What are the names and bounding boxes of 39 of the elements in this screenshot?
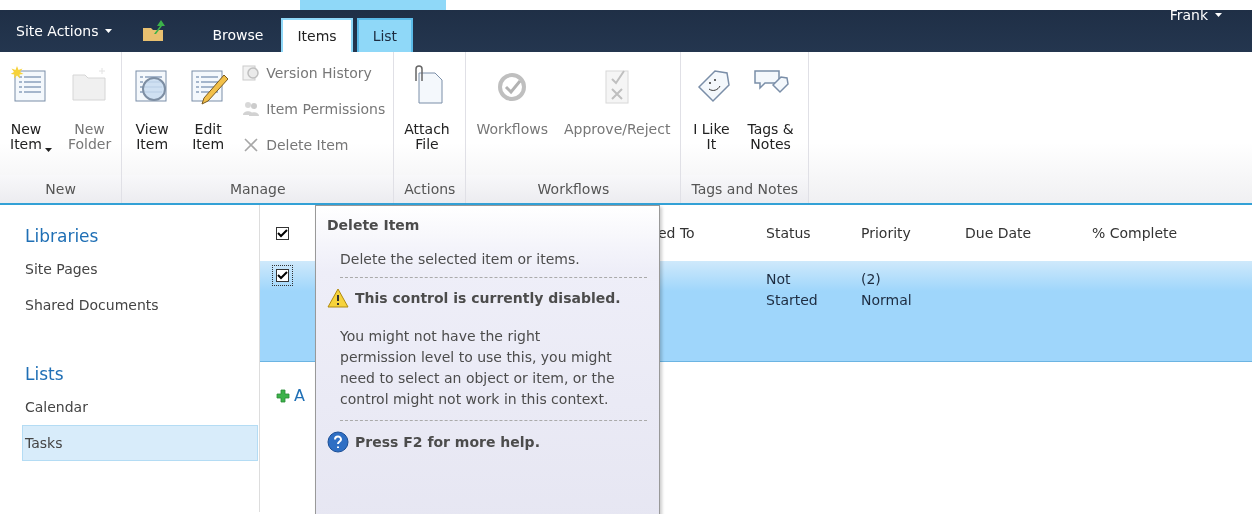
warning-icon [327,288,349,308]
nav-heading[interactable]: Libraries [22,219,258,251]
plus-icon [276,388,290,403]
site-actions-menu[interactable]: Site Actions [0,10,123,52]
nav-link[interactable]: Site Pages [22,251,258,287]
tooltip-explanation: You might not have the right permission level to use this, you might need to select an object or item, or the control might not work in this context. [339,327,616,409]
people-icon [242,100,261,118]
nav-link[interactable]: Calendar [22,389,258,425]
column-header[interactable]: % Complete [1092,225,1178,241]
ribbon-tab[interactable]: List [356,18,414,52]
caret-icon [44,148,52,152]
column-header[interactable]: Due Date [965,225,1032,241]
close-icon [242,136,261,154]
table-cell-text: Not Started [766,270,818,310]
nav-link[interactable]: Tasks [22,425,258,461]
warning-text: This control is currently disabled. [355,290,621,306]
ribbon-button[interactable]: New Item [4,60,58,175]
help-text: Press F2 for more help. [355,434,540,450]
checkbox[interactable] [276,226,289,240]
column-header[interactable]: Priority [861,225,911,241]
ribbon-button[interactable]: Edit Item [182,60,235,175]
nav-heading[interactable]: Lists [22,357,258,389]
help-icon [327,431,349,453]
ribbon-button[interactable]: I Like It [685,60,738,175]
ribbon-button[interactable]: View Item [126,60,179,175]
user-menu[interactable]: Frank [1163,6,1228,24]
magnifier-icon [242,64,261,82]
add-link[interactable]: A [294,386,305,405]
column-header[interactable]: Status [766,225,811,241]
ribbon-tab[interactable]: Browse [198,18,278,52]
tooltip-title: Delete Item [326,216,421,233]
nav-link[interactable]: Shared Documents [22,287,258,323]
ribbon-button[interactable]: Tags & Notes [741,60,800,175]
ribbon-button[interactable]: Attach File [398,60,456,175]
ribbon-tab[interactable]: Items [281,18,353,52]
caret-icon [105,29,113,33]
tooltip-description: Delete the selected item or items. [339,250,581,267]
table-cell-text: (2) Normal [861,270,912,310]
caret-icon [1215,13,1222,17]
